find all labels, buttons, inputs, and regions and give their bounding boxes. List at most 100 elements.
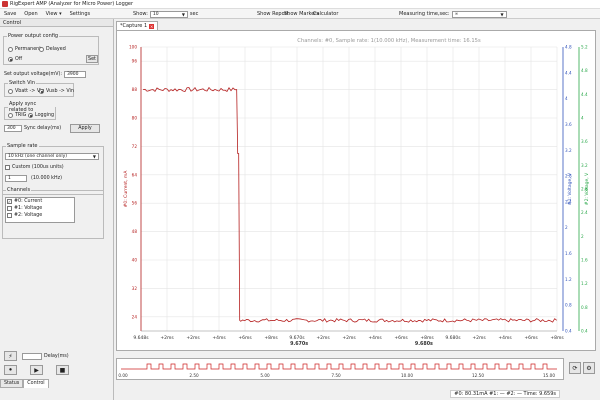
x-tick-label: 9.670s bbox=[289, 335, 305, 341]
status-readout: #0: 80.31mA #1: — #2: — Time: 9.659s bbox=[450, 390, 560, 398]
sync-delay-value: 300 bbox=[7, 126, 16, 131]
power-output-legend: Power output config bbox=[8, 33, 59, 39]
delay-row: Delay(ms) bbox=[22, 353, 69, 360]
left-panel: Control Power output config Permanent De… bbox=[0, 19, 114, 400]
delay-spinbox[interactable] bbox=[22, 353, 42, 360]
show-unit: sec bbox=[189, 11, 199, 17]
timeline-tick-label: 10.00 bbox=[401, 373, 413, 378]
measuring-time-control: Measuring time,sec: ∞ ▼ bbox=[399, 9, 507, 19]
control-tab-header[interactable]: Control bbox=[0, 19, 113, 27]
timeline-svg[interactable]: 0.00 2.50 5.00 7.50 10.00 12.50 15.00 bbox=[117, 359, 563, 379]
x-tick-label: +4ms bbox=[212, 335, 226, 341]
chevron-down-icon: ▼ bbox=[181, 11, 185, 17]
menu-view[interactable]: View ▾ bbox=[42, 11, 66, 17]
x-tick-label: +2ms bbox=[316, 335, 330, 341]
channel-label-0: #0: Current bbox=[14, 199, 43, 204]
set-button[interactable]: Set bbox=[86, 55, 98, 63]
sync-delay-spinbox[interactable]: 300 bbox=[4, 125, 22, 132]
settings-button[interactable]: ⚙ bbox=[583, 362, 595, 374]
sample-rate-value: 10 kHz (one channel only) bbox=[8, 154, 68, 159]
menu-open[interactable]: Open bbox=[20, 11, 41, 17]
chart-title: Channels: #0, Sample rate: 1(10.000 kHz)… bbox=[297, 38, 481, 44]
timeline-tick-label: 0.00 bbox=[118, 373, 128, 378]
chevron-down-icon: ▼ bbox=[500, 11, 504, 17]
radio-icon bbox=[8, 113, 13, 118]
record-button[interactable]: ⏺ bbox=[4, 365, 17, 375]
y-left-tick-label: 24 bbox=[132, 314, 138, 319]
x-tick-label: +8ms bbox=[264, 335, 278, 341]
voltage-spinbox[interactable]: 3900 bbox=[63, 71, 86, 78]
timeline-tick-label: 5.00 bbox=[260, 373, 270, 378]
close-icon[interactable]: × bbox=[149, 23, 155, 29]
radio-permanent-label: Permanent bbox=[15, 47, 42, 52]
tab-status[interactable]: Status bbox=[0, 379, 24, 388]
x-tick-label: +6ms bbox=[238, 335, 252, 341]
capture-tab[interactable]: *Capture 1 × bbox=[116, 21, 159, 30]
channel-item-2[interactable]: #2: Voltage bbox=[7, 213, 42, 218]
x-tick-label: +2ms bbox=[342, 335, 356, 341]
radio-icon bbox=[8, 47, 13, 52]
sample-rate-combo[interactable]: 10 kHz (one channel only) ▼ bbox=[5, 153, 99, 160]
play-button[interactable]: ▶ bbox=[30, 365, 43, 375]
x-tick-label: 9.680s bbox=[445, 335, 461, 341]
x-centre-label: 9.670s bbox=[290, 341, 308, 347]
chart-frame: Channels: #0, Sample rate: 1(10.000 kHz)… bbox=[116, 30, 596, 351]
sync-delay-label: Sync delay(ms) bbox=[24, 126, 62, 131]
radio-trig[interactable]: TRIG bbox=[8, 113, 26, 118]
checkbox-icon bbox=[7, 213, 12, 218]
show-combo[interactable]: 10 ▼ bbox=[149, 10, 188, 18]
y-right-tick-label: 4.8 bbox=[581, 68, 588, 73]
custom-checkbox[interactable]: Custom (100us units) bbox=[5, 165, 64, 170]
radio-vusb[interactable]: Vusb -> Vin bbox=[39, 89, 74, 94]
record-icon: ⏺ bbox=[9, 367, 12, 373]
custom-spinbox[interactable]: 1 bbox=[5, 175, 27, 182]
measuring-time-combo[interactable]: ∞ ▼ bbox=[451, 10, 507, 18]
checkbox-icon: ✓ bbox=[7, 198, 12, 204]
x-tick-label: +2ms bbox=[160, 335, 174, 341]
y-mid-tick-label: 3.2 bbox=[565, 148, 572, 153]
y-right-tick-label: 3.6 bbox=[581, 139, 588, 144]
x-centre-label: 9.680s bbox=[415, 341, 433, 347]
radio-icon bbox=[8, 57, 13, 62]
chevron-down-icon: ▼ bbox=[92, 154, 96, 159]
apply-button[interactable]: Apply bbox=[70, 124, 100, 133]
x-tick-label: +4ms bbox=[498, 335, 512, 341]
voltage-label: Set output voltage(mV): bbox=[4, 72, 62, 77]
custom-readout: (10.000 kHz) bbox=[31, 176, 62, 181]
y-right-tick-label: 2 bbox=[581, 234, 584, 239]
radio-icon bbox=[39, 47, 44, 52]
stop-button[interactable]: ■ bbox=[56, 365, 69, 375]
gear-icon: ⚙ bbox=[586, 364, 592, 372]
radio-logging[interactable]: Logging bbox=[28, 113, 54, 118]
tab-control[interactable]: Control bbox=[23, 379, 49, 388]
radio-logging-label: Logging bbox=[35, 113, 55, 118]
y-left-tick-label: 32 bbox=[132, 286, 138, 291]
lightning-button[interactable]: ⚡ bbox=[4, 351, 17, 361]
timeline-overview[interactable]: 0.00 2.50 5.00 7.50 10.00 12.50 15.00 bbox=[116, 358, 564, 380]
radio-icon bbox=[28, 113, 33, 118]
lightning-icon: ⚡ bbox=[8, 352, 13, 360]
channel-item-0[interactable]: ✓ #0: Current bbox=[7, 199, 42, 204]
y-right-tick-label: 2.8 bbox=[581, 187, 588, 192]
radio-trig-label: TRIG bbox=[15, 113, 27, 118]
y-right-tick-label: 5.2 bbox=[581, 45, 588, 50]
refresh-button[interactable]: ⟳ bbox=[569, 362, 581, 374]
radio-off[interactable]: Off bbox=[8, 57, 22, 62]
y-mid-tick-label: 1.6 bbox=[565, 251, 572, 256]
voltage-value: 3900 bbox=[66, 72, 79, 77]
menu-save[interactable]: Save bbox=[0, 11, 20, 17]
x-tick-label: +4ms bbox=[368, 335, 382, 341]
channel-item-1[interactable]: #1: Voltage bbox=[7, 206, 42, 211]
menu-settings[interactable]: Settings bbox=[66, 11, 95, 17]
radio-delayed[interactable]: Delayed bbox=[39, 47, 66, 52]
show-label: Show: bbox=[133, 11, 148, 17]
chart-svg[interactable]: Channels: #0, Sample rate: 1(10.000 kHz)… bbox=[117, 31, 595, 350]
y-mid-tick-label: 2.4 bbox=[565, 199, 572, 204]
y-right-tick-label: 3.2 bbox=[581, 163, 588, 168]
voltage-row: Set output voltage(mV): 3900 bbox=[4, 71, 86, 78]
radio-permanent[interactable]: Permanent bbox=[8, 47, 41, 52]
x-tick-label: +8ms bbox=[420, 335, 434, 341]
y-mid-tick-label: 3.6 bbox=[565, 122, 572, 127]
calculator-button[interactable]: Calculator bbox=[313, 9, 338, 19]
x-tick-label: +6ms bbox=[394, 335, 408, 341]
